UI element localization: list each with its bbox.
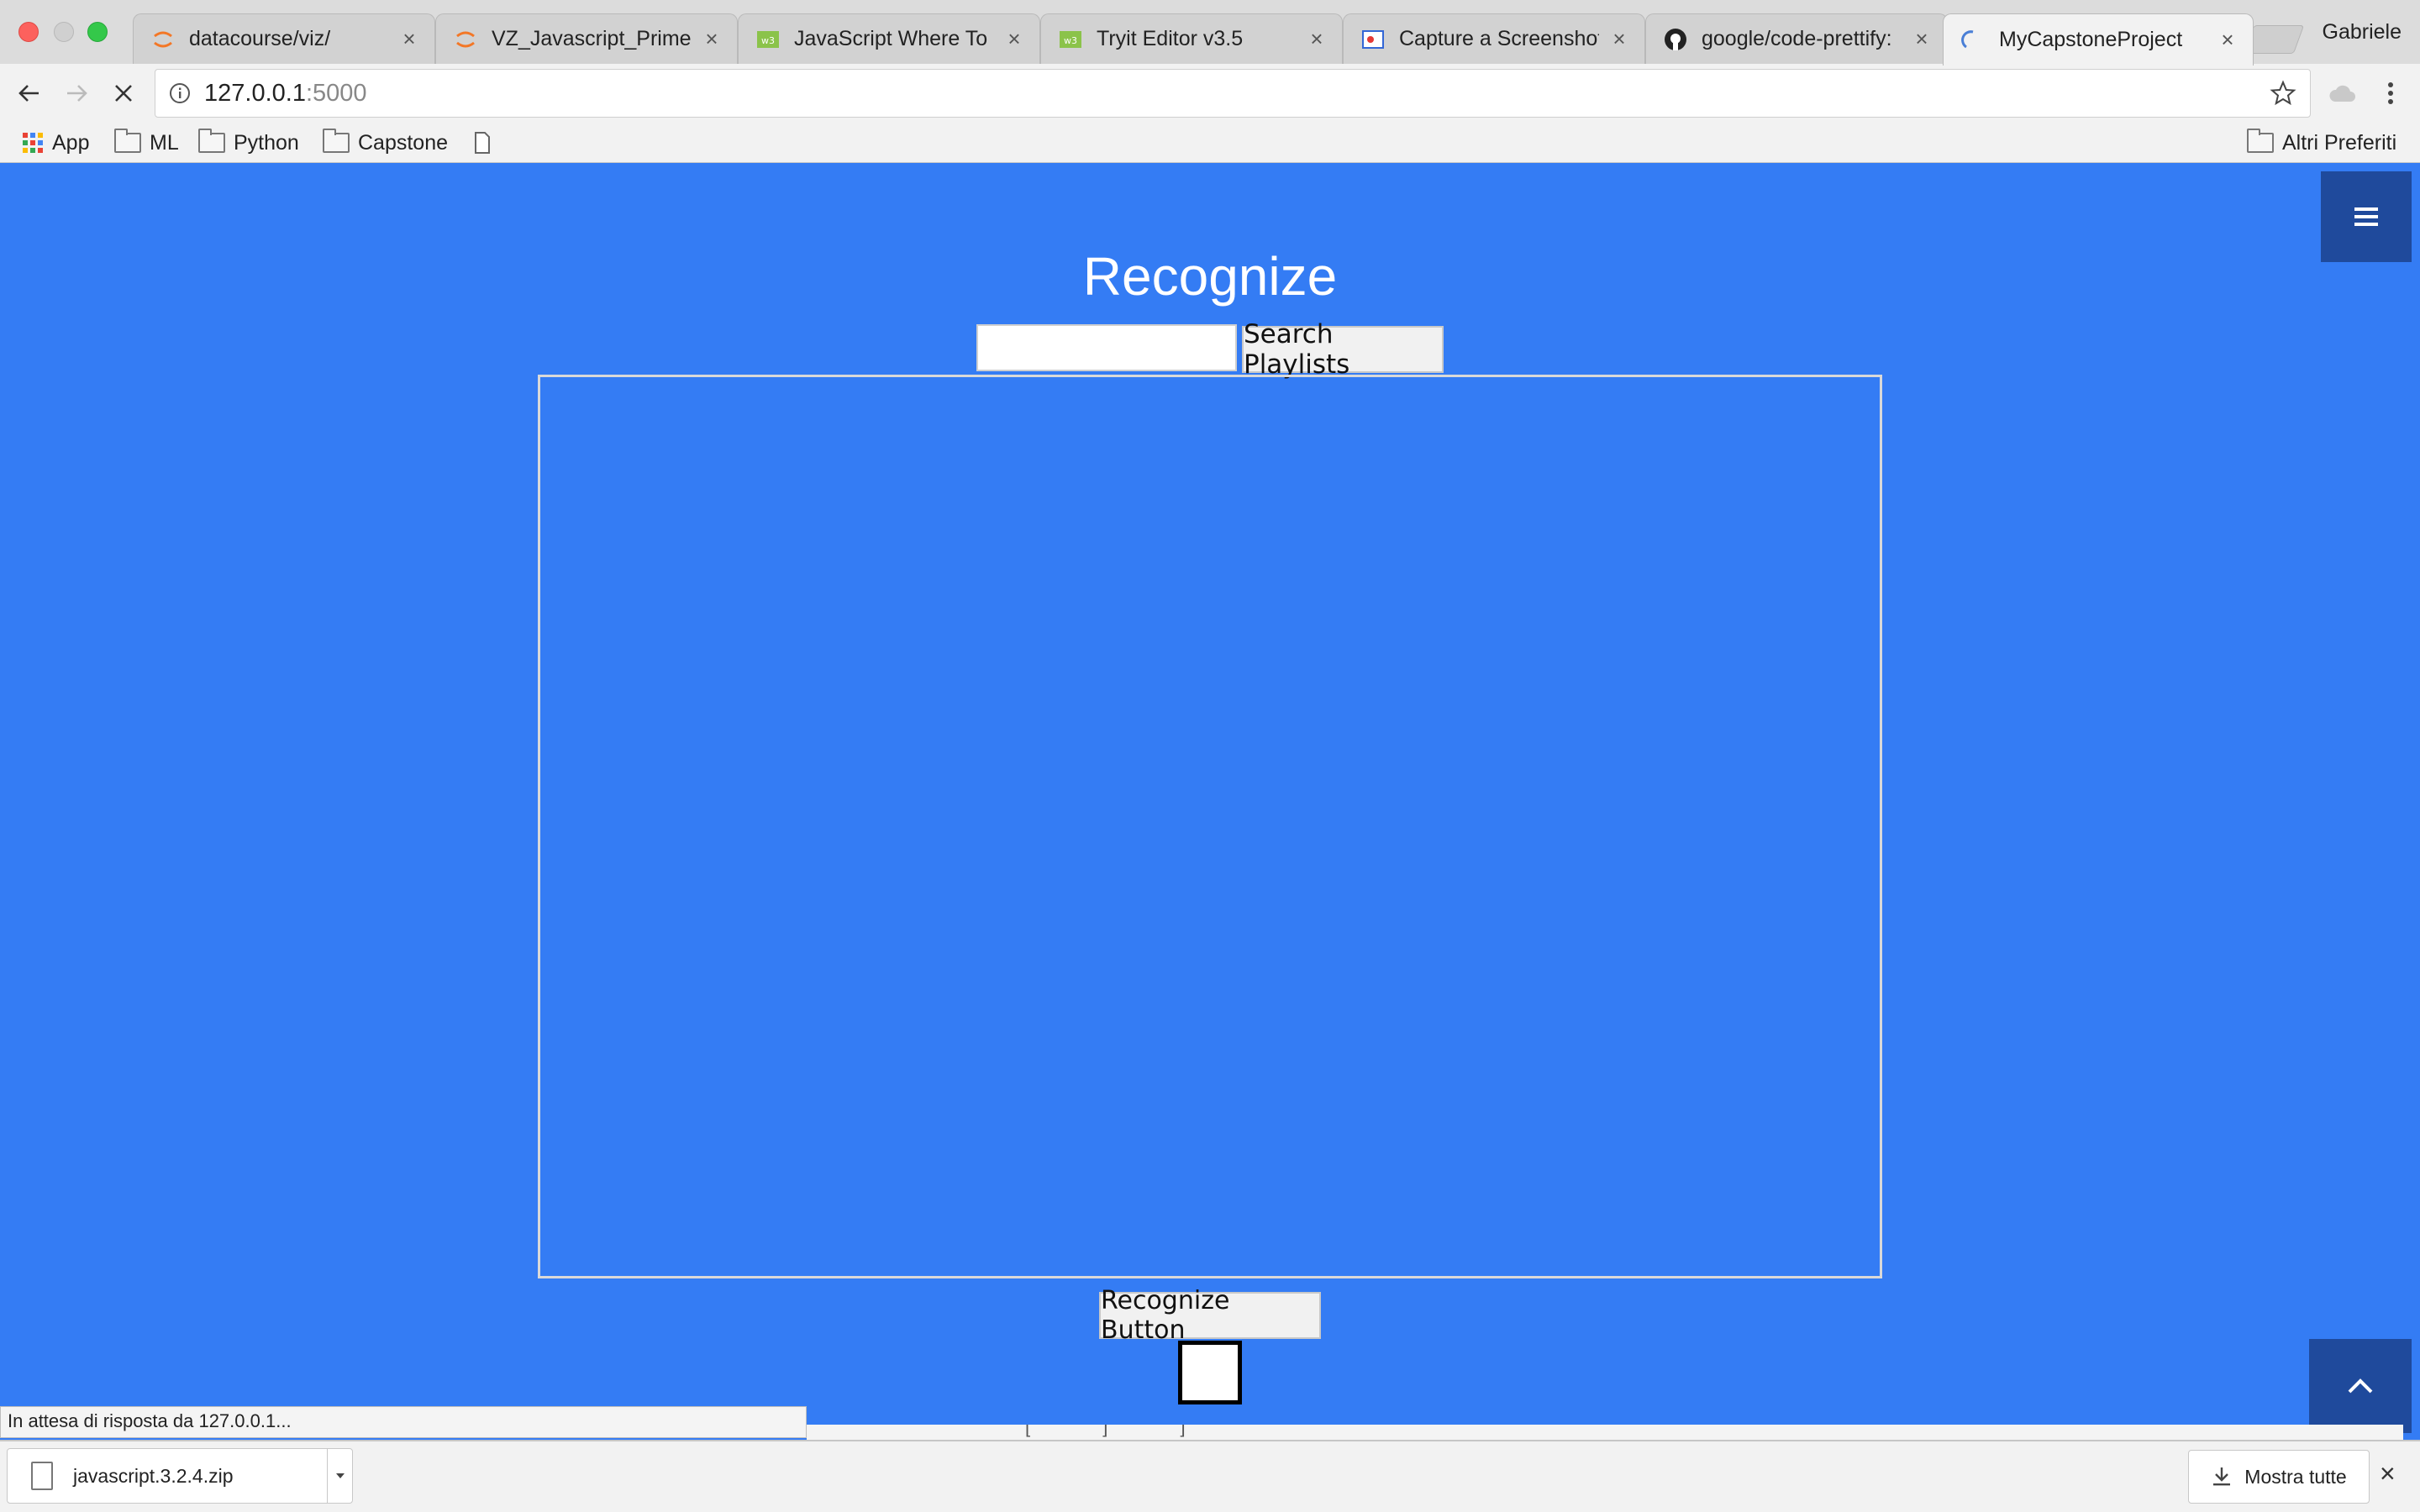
tab-tryit-editor[interactable]: w3 Tryit Editor v3.5 × — [1040, 13, 1343, 64]
jupyter-icon — [150, 27, 176, 52]
svg-text:w3: w3 — [1064, 35, 1077, 46]
folder-icon — [323, 129, 350, 153]
tab-close-icon[interactable]: × — [1004, 26, 1024, 52]
bookmark-label: Altri Preferiti — [2282, 130, 2397, 155]
file-icon — [31, 1462, 53, 1490]
tab-strip: datacourse/viz/ × VZ_Javascript_Primer ×… — [0, 0, 2420, 66]
github-icon — [1663, 27, 1688, 52]
caret-down-icon — [335, 1473, 345, 1478]
tab-datacourse[interactable]: datacourse/viz/ × — [133, 13, 435, 64]
jupyter-icon — [453, 27, 478, 52]
tab-mycapstoneproject[interactable]: MyCapstoneProject × — [1943, 13, 2254, 66]
tab-close-icon[interactable]: × — [1307, 26, 1327, 52]
info-icon[interactable] — [167, 81, 192, 106]
kebab-menu-icon[interactable] — [2370, 72, 2412, 114]
loading-spinner-icon — [1960, 28, 1986, 53]
stop-loading-button[interactable] — [103, 72, 145, 114]
tab-close-icon[interactable]: × — [702, 26, 722, 52]
tab-javascript-where-to[interactable]: w3 JavaScript Where To × — [738, 13, 1040, 64]
folder-icon — [2247, 129, 2274, 153]
arrow-right-icon — [67, 85, 87, 102]
w3schools-icon: w3 — [755, 27, 781, 52]
download-options-button[interactable] — [327, 1449, 352, 1503]
bookmark-page[interactable] — [474, 128, 499, 158]
bookmark-folder-capstone[interactable]: Capstone — [323, 128, 448, 158]
bookmark-label: Capstone — [358, 130, 449, 155]
tab-title: Capture a Screenshot — [1399, 27, 1599, 50]
tab-title: VZ_Javascript_Primer — [492, 27, 692, 50]
page-icon — [474, 132, 491, 154]
url-host: 127.0.0.1 — [204, 79, 306, 107]
back-button[interactable] — [8, 72, 50, 114]
tab-close-icon[interactable]: × — [1609, 26, 1629, 52]
tab-title: google/code-prettify: — [1702, 27, 1892, 50]
download-shelf: javascript.3.2.4.zip Mostra tutte × — [0, 1440, 2420, 1512]
window-zoom-button[interactable] — [87, 22, 108, 42]
tab-vz-javascript-primer[interactable]: VZ_Javascript_Primer × — [435, 13, 738, 64]
bookmark-apps[interactable]: App — [22, 128, 89, 158]
show-all-label: Mostra tutte — [2244, 1465, 2347, 1488]
tab-title: JavaScript Where To — [794, 27, 988, 50]
folder-icon — [114, 129, 141, 153]
recognize-button[interactable]: Recognize Button — [1099, 1286, 1321, 1345]
status-bar: In attesa di risposta da 127.0.0.1... — [0, 1406, 807, 1438]
bookmark-label: App — [52, 130, 90, 155]
bookmark-label: Python — [234, 130, 299, 155]
profile-name[interactable]: Gabriele — [2323, 20, 2402, 45]
search-playlists-button[interactable]: Search Playlists — [1242, 319, 1444, 380]
bookmark-folder-python[interactable]: Python — [198, 128, 299, 158]
tab-title: MyCapstoneProject — [1999, 28, 2183, 51]
bookmark-star-icon[interactable] — [2270, 80, 2296, 107]
forward-button[interactable] — [55, 72, 97, 114]
tab-title: datacourse/viz/ — [189, 27, 331, 50]
cloud-extension-icon[interactable] — [2321, 72, 2363, 114]
tab-close-icon[interactable]: × — [1912, 26, 1932, 52]
url-port: :5000 — [305, 79, 367, 107]
window-minimize-button[interactable] — [54, 22, 74, 42]
video-frame — [538, 375, 1882, 1278]
tab-close-icon[interactable]: × — [399, 26, 419, 52]
w3schools-icon: w3 — [1058, 27, 1083, 52]
arrow-left-icon — [18, 85, 39, 102]
close-shelf-icon[interactable]: × — [2380, 1458, 2396, 1489]
tab-title: Tryit Editor v3.5 — [1097, 27, 1244, 50]
screenshot-icon — [1360, 27, 1386, 52]
tab-code-prettify[interactable]: google/code-prettify: × — [1645, 13, 1948, 64]
tab-capture-screenshot[interactable]: Capture a Screenshot × — [1343, 13, 1645, 64]
page-footer-edge: [ ] ] — [807, 1425, 2403, 1440]
folder-icon — [198, 129, 225, 153]
hamburger-icon — [2354, 207, 2378, 226]
download-item[interactable]: javascript.3.2.4.zip — [7, 1448, 353, 1504]
bookmark-other-favorites[interactable]: Altri Preferiti — [2247, 128, 2396, 158]
close-icon — [115, 85, 132, 102]
window-close-button[interactable] — [18, 22, 39, 42]
capture-canvas — [1178, 1341, 1242, 1404]
browser-toolbar: 127.0.0.1:5000 — [0, 64, 2420, 123]
address-bar[interactable]: 127.0.0.1:5000 — [155, 69, 2311, 118]
apps-grid-icon — [22, 132, 44, 154]
page-content: Recognize Search Playlists Recognize But… — [0, 163, 2420, 1440]
chevron-up-icon — [2348, 1378, 2373, 1394]
playlist-search-input[interactable] — [976, 324, 1237, 371]
download-file-name: javascript.3.2.4.zip — [73, 1464, 234, 1487]
url-text: 127.0.0.1:5000 — [204, 80, 367, 108]
bookmark-folder-ml[interactable]: ML — [114, 128, 179, 158]
svg-text:w3: w3 — [761, 35, 775, 46]
bookmarks-bar: App ML Python Capstone Altri Preferiti — [0, 123, 2420, 163]
page-title: Recognize — [1082, 246, 1338, 307]
bookmark-label: ML — [150, 130, 179, 155]
scroll-to-top-button[interactable] — [2309, 1339, 2412, 1433]
download-icon — [2211, 1466, 2233, 1488]
tab-close-icon[interactable]: × — [2217, 27, 2238, 53]
show-all-downloads-button[interactable]: Mostra tutte — [2188, 1450, 2370, 1504]
